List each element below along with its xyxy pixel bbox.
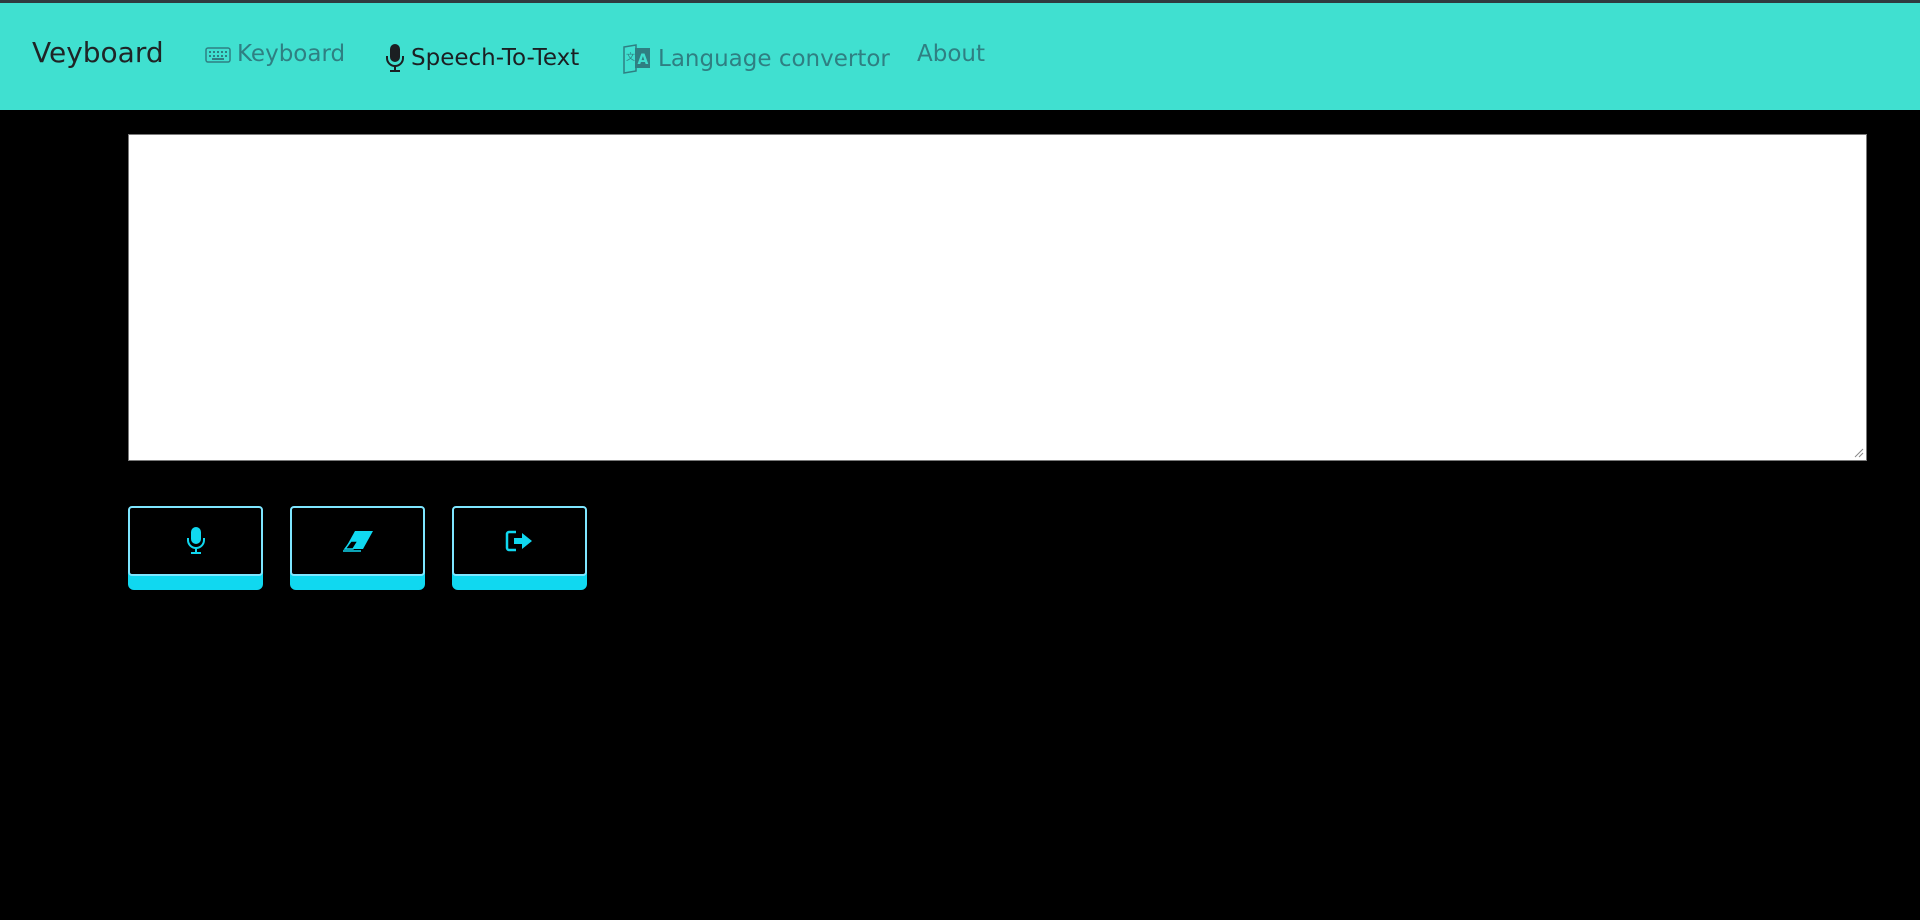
speech-text-area-container bbox=[128, 134, 1867, 461]
key-button-face bbox=[128, 506, 263, 576]
microphone-icon bbox=[385, 43, 405, 73]
brand-title[interactable]: Veyboard bbox=[32, 39, 164, 67]
nav-item-label: Language convertor bbox=[658, 45, 890, 72]
svg-text:A: A bbox=[638, 52, 649, 68]
resize-grip-icon[interactable] bbox=[1852, 446, 1864, 458]
svg-text:文: 文 bbox=[626, 51, 635, 63]
key-button-face bbox=[452, 506, 587, 576]
microphone-button[interactable] bbox=[128, 506, 263, 590]
nav-item-keyboard[interactable]: Keyboard bbox=[205, 43, 345, 66]
nav-item-label: About bbox=[917, 41, 986, 67]
nav-item-label: Keyboard bbox=[237, 41, 346, 67]
clear-text-button[interactable] bbox=[290, 506, 425, 590]
nav-item-label: Speech-To-Text bbox=[411, 44, 580, 71]
speech-text-area[interactable] bbox=[129, 135, 1866, 460]
navbar: Veyboard Keyboard Speech-To-Text A 文 Lan… bbox=[0, 3, 1920, 110]
translate-icon: A 文 bbox=[622, 43, 652, 75]
sign-out-icon bbox=[505, 530, 532, 552]
key-button-face bbox=[290, 506, 425, 576]
nav-item-about[interactable]: About bbox=[917, 43, 985, 66]
microphone-icon bbox=[186, 527, 205, 554]
nav-item-speech-to-text[interactable]: Speech-To-Text bbox=[385, 43, 579, 73]
export-text-button[interactable] bbox=[452, 506, 587, 590]
keyboard-icon bbox=[205, 46, 231, 64]
eraser-icon bbox=[342, 531, 373, 552]
nav-item-language-convertor[interactable]: A 文 Language convertor bbox=[622, 43, 890, 75]
